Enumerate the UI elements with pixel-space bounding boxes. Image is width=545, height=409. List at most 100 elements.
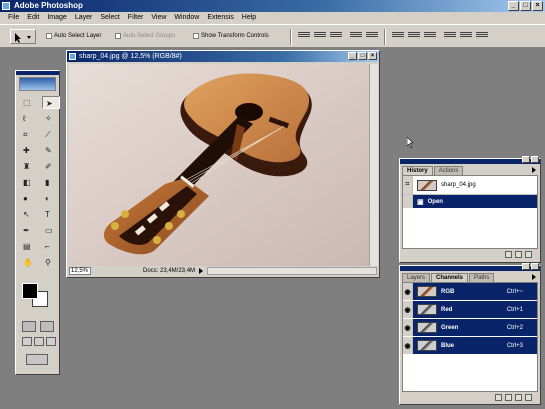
zoom-field[interactable]: 12,5%	[69, 266, 91, 275]
distribute-left-icon[interactable]	[444, 31, 456, 41]
visibility-eye-icon[interactable]: ◉	[403, 319, 413, 336]
standard-mode-button[interactable]	[22, 321, 36, 332]
tab-paths[interactable]: Paths	[469, 273, 495, 282]
menu-select[interactable]: Select	[96, 12, 123, 24]
menu-view[interactable]: View	[147, 12, 170, 24]
adobe-online-icon[interactable]	[19, 77, 56, 91]
zoom-tool-icon[interactable]: ⚲	[42, 256, 60, 269]
align-top-icon[interactable]	[298, 31, 310, 41]
history-brush-source-icon[interactable]	[403, 195, 413, 208]
menu-help[interactable]: Help	[238, 12, 260, 24]
distribute-right-icon[interactable]	[476, 31, 488, 41]
lasso-tool-icon[interactable]: ℓ	[20, 112, 38, 125]
trash-icon[interactable]	[525, 393, 532, 401]
document-title-bar[interactable]: sharp_04.jpg @ 12,5% (RGB/8#) _ □ ×	[67, 51, 379, 62]
crop-tool-icon[interactable]: ⌗	[20, 128, 38, 141]
gradient-tool-icon[interactable]: ▮	[42, 176, 60, 189]
minimize-icon[interactable]	[522, 156, 530, 163]
toolbox-title-bar[interactable]	[16, 71, 59, 75]
menu-layer[interactable]: Layer	[71, 12, 97, 24]
pen-tool-icon[interactable]: ✒	[20, 224, 38, 237]
channel-row-green[interactable]: ◉ Green Ctrl+2	[403, 319, 537, 337]
history-state-open[interactable]: ▣ Open	[403, 195, 537, 209]
menu-edit[interactable]: Edit	[23, 12, 43, 24]
channel-row-red[interactable]: ◉ Red Ctrl+1	[403, 301, 537, 319]
panel-title-bar[interactable]	[400, 263, 540, 271]
full-screen-menu-mode-button[interactable]	[34, 337, 44, 346]
minimize-icon[interactable]	[522, 263, 530, 270]
standard-screen-mode-button[interactable]	[22, 337, 32, 346]
eyedropper-tool-icon[interactable]: ⌐	[42, 240, 60, 253]
align-horizontal-center-icon[interactable]	[366, 31, 378, 41]
snapshot-source-icon[interactable]: ⌗	[403, 176, 413, 194]
show-transform-controls-checkbox[interactable]: Show Transform Controls	[193, 33, 269, 39]
panel-menu-arrow-icon[interactable]	[532, 167, 536, 173]
new-channel-icon[interactable]	[515, 393, 522, 401]
magic-wand-tool-icon[interactable]: ✧	[42, 112, 60, 125]
maximize-icon[interactable]: □	[358, 52, 367, 60]
tab-channels[interactable]: Channels	[431, 273, 469, 282]
distribute-top-icon[interactable]	[392, 31, 404, 41]
minimize-icon[interactable]: _	[508, 1, 519, 11]
foreground-color-swatch[interactable]	[22, 283, 38, 299]
save-selection-as-channel-icon[interactable]	[505, 393, 512, 401]
close-icon[interactable]	[531, 156, 539, 163]
move-tool-icon[interactable]: ➤	[42, 96, 60, 109]
distribute-bottom-icon[interactable]	[424, 31, 436, 41]
distribute-hcenter-icon[interactable]	[460, 31, 472, 41]
eraser-tool-icon[interactable]: ◧	[20, 176, 38, 189]
new-snapshot-icon[interactable]	[515, 250, 522, 258]
history-brush-tool-icon[interactable]: ✐	[42, 160, 60, 173]
tool-preset-picker[interactable]	[10, 29, 36, 44]
menu-file[interactable]: File	[4, 12, 23, 24]
channel-row-rgb[interactable]: ◉ RGB Ctrl+~	[403, 283, 537, 301]
path-selection-tool-icon[interactable]: ↖	[20, 208, 38, 221]
image-canvas[interactable]	[69, 64, 369, 266]
auto-select-layer-checkbox[interactable]: Auto Select Layer	[46, 33, 101, 39]
clone-stamp-tool-icon[interactable]: ♜	[20, 160, 38, 173]
tab-layers[interactable]: Layers	[402, 273, 431, 282]
tab-actions[interactable]: Actions	[433, 166, 464, 175]
menu-window[interactable]: Window	[170, 12, 203, 24]
snapshot-thumbnail	[417, 179, 437, 191]
align-bottom-icon[interactable]	[330, 31, 342, 41]
visibility-eye-icon[interactable]: ◉	[403, 337, 413, 354]
trash-icon[interactable]	[525, 250, 532, 258]
brush-tool-icon[interactable]: ✎	[42, 144, 60, 157]
type-tool-icon[interactable]: T	[42, 208, 60, 221]
status-menu-arrow-icon[interactable]	[199, 267, 204, 274]
load-channel-as-selection-icon[interactable]	[495, 393, 502, 401]
maximize-icon[interactable]: □	[520, 1, 531, 11]
shape-tool-icon[interactable]: ▭	[42, 224, 60, 237]
slice-tool-icon[interactable]: ⟋	[42, 128, 60, 141]
menu-extensis[interactable]: Extensis	[203, 12, 237, 24]
jump-to-imageready-button[interactable]	[26, 354, 48, 365]
menu-image[interactable]: Image	[43, 12, 70, 24]
quick-mask-mode-button[interactable]	[40, 321, 54, 332]
panel-title-bar[interactable]	[400, 156, 540, 164]
visibility-eye-icon[interactable]: ◉	[403, 301, 413, 318]
align-left-icon[interactable]	[350, 31, 362, 41]
minimize-icon[interactable]: _	[348, 52, 357, 60]
panel-menu-arrow-icon[interactable]	[532, 274, 536, 280]
close-icon[interactable]: ×	[532, 1, 543, 11]
tab-history[interactable]: History	[402, 166, 433, 175]
hand-tool-icon[interactable]: ✋	[20, 256, 38, 269]
blur-tool-icon[interactable]: ●	[20, 192, 38, 205]
distribute-vcenter-icon[interactable]	[408, 31, 420, 41]
channel-row-blue[interactable]: ◉ Blue Ctrl+3	[403, 337, 537, 355]
horizontal-scrollbar[interactable]	[207, 266, 377, 275]
close-icon[interactable]: ×	[368, 52, 377, 60]
notes-tool-icon[interactable]: ▤	[20, 240, 38, 253]
dodge-tool-icon[interactable]: ◐	[42, 192, 60, 205]
menu-filter[interactable]: Filter	[124, 12, 148, 24]
healing-brush-tool-icon[interactable]: ✚	[20, 144, 38, 157]
full-screen-mode-button[interactable]	[46, 337, 56, 346]
vertical-scrollbar[interactable]	[369, 64, 378, 266]
new-document-from-state-icon[interactable]	[505, 250, 512, 258]
align-vertical-center-icon[interactable]	[314, 31, 326, 41]
marquee-tool-icon[interactable]: ⬚	[20, 96, 38, 109]
close-icon[interactable]	[531, 263, 539, 270]
visibility-eye-icon[interactable]: ◉	[403, 283, 413, 300]
history-snapshot[interactable]: ⌗ sharp_04.jpg	[403, 176, 537, 195]
